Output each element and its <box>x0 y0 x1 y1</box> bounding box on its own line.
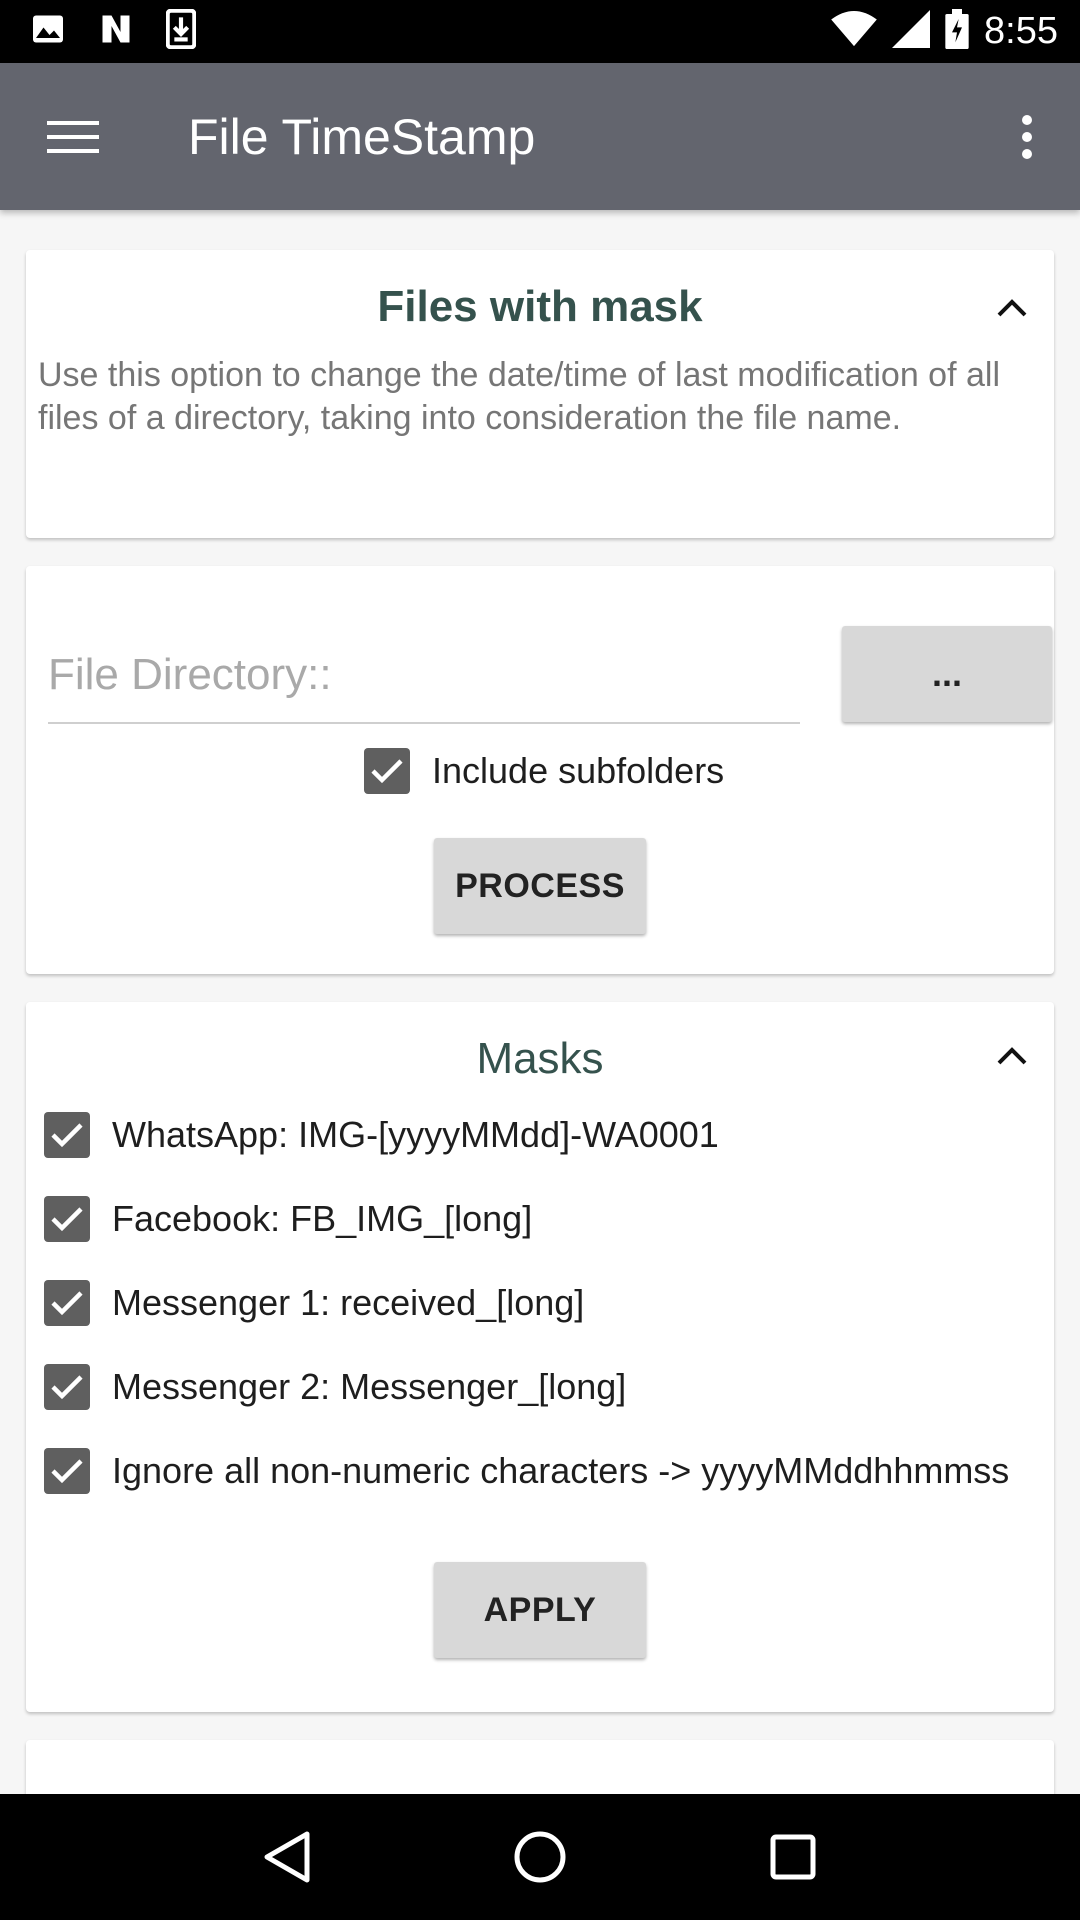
battery-icon <box>944 9 970 54</box>
download-icon <box>165 8 197 54</box>
next-card <box>26 1740 1054 1794</box>
overflow-menu-button[interactable] <box>982 63 1072 210</box>
wifi-icon <box>830 10 878 53</box>
collapse-files-with-mask-button[interactable] <box>984 280 1040 336</box>
include-subfolders-checkbox[interactable]: Include subfolders <box>364 748 724 794</box>
mask-item-facebook[interactable]: Facebook: FB_IMG_[long] <box>44 1196 532 1242</box>
menu-button[interactable] <box>0 63 146 210</box>
mask-checkbox[interactable] <box>44 1112 90 1158</box>
include-subfolders-check[interactable] <box>364 748 410 794</box>
files-with-mask-description: Use this option to change the date/time … <box>38 356 1000 437</box>
home-button[interactable] <box>490 1807 590 1907</box>
mask-item-messenger-2[interactable]: Messenger 2: Messenger_[long] <box>44 1364 626 1410</box>
status-time: 8:55 <box>984 10 1058 52</box>
process-button[interactable]: PROCESS <box>434 838 646 934</box>
back-triangle-icon <box>264 1831 310 1883</box>
more-vert-icon <box>1022 114 1032 159</box>
hamburger-icon <box>47 120 99 153</box>
directory-card: ... Include subfolders PROCESS <box>26 566 1054 974</box>
chevron-up-icon <box>997 1047 1027 1065</box>
mask-checkbox[interactable] <box>44 1448 90 1494</box>
masks-card: Masks WhatsApp: IMG-[yyyyMMdd]-WA0001 Fa… <box>26 1002 1054 1712</box>
check-icon <box>51 1291 83 1316</box>
browse-directory-button[interactable]: ... <box>842 626 1052 722</box>
masks-title: Masks <box>476 1034 604 1083</box>
recents-button[interactable] <box>743 1807 843 1907</box>
check-icon <box>51 1375 83 1400</box>
mask-checkbox[interactable] <box>44 1364 90 1410</box>
mask-label: Ignore all non-numeric characters -> yyy… <box>112 1450 1010 1491</box>
mask-item-non-numeric[interactable]: Ignore all non-numeric characters -> yyy… <box>44 1448 1009 1494</box>
check-icon <box>51 1123 83 1148</box>
apply-button[interactable]: APPLY <box>434 1562 646 1658</box>
mask-label: WhatsApp: IMG-[yyyyMMdd]-WA0001 <box>112 1114 719 1155</box>
mask-label: Messenger 1: received_[long] <box>112 1282 585 1323</box>
navigation-bar <box>0 1794 1080 1920</box>
files-with-mask-title: Files with mask <box>377 282 703 331</box>
mask-item-messenger-1[interactable]: Messenger 1: received_[long] <box>44 1280 584 1326</box>
recents-square-icon <box>770 1834 816 1880</box>
app-bar: File TimeStamp <box>0 63 1080 210</box>
mask-checkbox[interactable] <box>44 1280 90 1326</box>
check-icon <box>51 1459 83 1484</box>
mask-checkbox[interactable] <box>44 1196 90 1242</box>
mask-label: Messenger 2: Messenger_[long] <box>112 1366 627 1407</box>
app-title: File TimeStamp <box>188 108 536 165</box>
chevron-up-icon <box>997 299 1027 317</box>
mask-item-whatsapp[interactable]: WhatsApp: IMG-[yyyyMMdd]-WA0001 <box>44 1112 719 1158</box>
mask-label: Facebook: FB_IMG_[long] <box>112 1198 533 1239</box>
check-icon <box>371 759 403 784</box>
include-subfolders-label: Include subfolders <box>432 750 725 791</box>
content-scroll-area[interactable]: Files with mask Use this option to chang… <box>0 210 1080 1794</box>
n-app-icon <box>96 11 136 52</box>
file-directory-input[interactable] <box>48 628 800 724</box>
home-circle-icon <box>514 1831 566 1883</box>
directory-row: ... <box>48 626 1052 724</box>
image-icon <box>30 11 66 52</box>
status-bar: 8:55 <box>0 0 1080 63</box>
files-with-mask-card: Files with mask Use this option to chang… <box>26 250 1054 538</box>
check-icon <box>51 1207 83 1232</box>
collapse-masks-button[interactable] <box>984 1028 1040 1084</box>
back-button[interactable] <box>237 1807 337 1907</box>
signal-icon <box>892 10 931 53</box>
